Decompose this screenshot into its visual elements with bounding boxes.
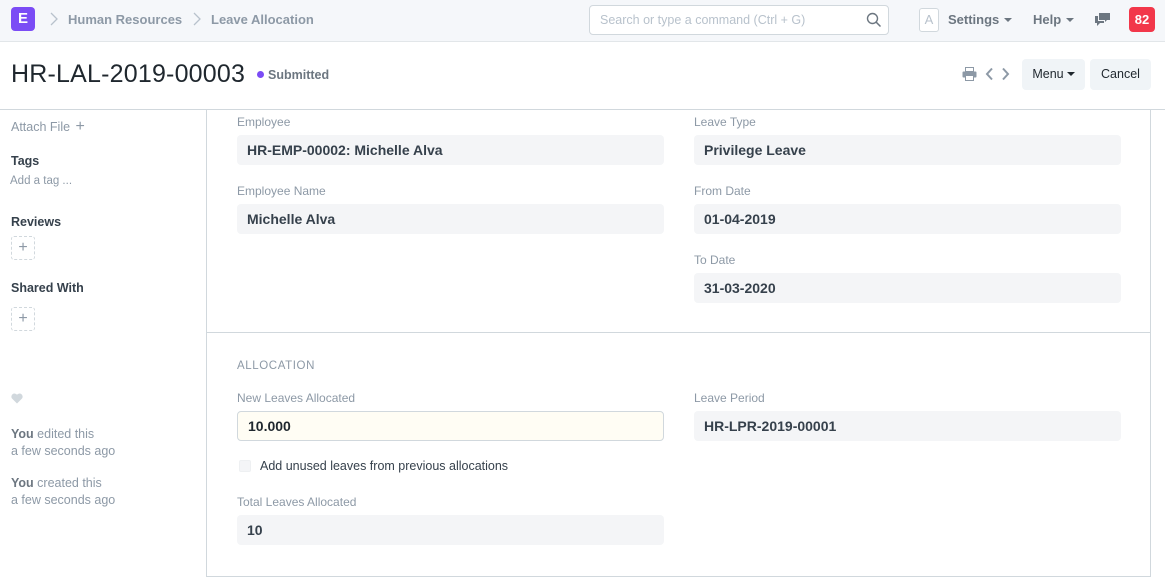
chat-icon[interactable] xyxy=(1094,12,1111,32)
form-card: Employee HR-EMP-00002: Michelle Alva Emp… xyxy=(206,110,1151,577)
search-icon[interactable] xyxy=(866,12,882,33)
page-head: HR-LAL-2019-00003 Submitted Menu Cancel xyxy=(0,42,1165,110)
previous-doc-icon[interactable] xyxy=(985,67,994,86)
notification-badge[interactable]: 82 xyxy=(1129,7,1155,32)
leave-type-field[interactable]: Privilege Leave xyxy=(694,135,1121,165)
search-bar xyxy=(589,5,889,35)
status-indicator-dot xyxy=(257,71,264,78)
carry-forward-label[interactable]: Add unused leaves from previous allocati… xyxy=(260,459,508,473)
to-date-label: To Date xyxy=(694,253,736,267)
settings-label: Settings xyxy=(948,12,1000,27)
from-date-field[interactable]: 01-04-2019 xyxy=(694,204,1121,234)
timeline-action: created this xyxy=(37,476,102,490)
search-input[interactable] xyxy=(590,6,850,34)
add-tag-link[interactable]: Add a tag ... xyxy=(10,175,72,187)
user-avatar[interactable]: A xyxy=(919,8,939,32)
print-icon[interactable] xyxy=(962,67,977,86)
timeline-item: You created this a few seconds ago xyxy=(11,475,115,509)
timeline-time: a few seconds ago xyxy=(11,493,116,507)
shared-with-heading: Shared With xyxy=(11,281,84,295)
caret-down-icon xyxy=(1066,17,1075,22)
caret-down-icon xyxy=(1066,71,1075,76)
next-doc-icon[interactable] xyxy=(1001,67,1010,86)
navbar: E Human Resources Leave Allocation A Set… xyxy=(0,0,1165,42)
total-leaves-allocated-field[interactable]: 10 xyxy=(237,515,664,545)
settings-dropdown[interactable]: Settings xyxy=(948,12,1013,27)
to-date-field[interactable]: 31-03-2020 xyxy=(694,273,1121,303)
cancel-button[interactable]: Cancel xyxy=(1090,59,1151,90)
breadcrumb-human-resources[interactable]: Human Resources xyxy=(68,12,182,27)
leave-type-label: Leave Type xyxy=(694,115,756,129)
breadcrumb-leave-allocation[interactable]: Leave Allocation xyxy=(211,12,314,27)
attach-file-label: Attach File xyxy=(11,120,71,134)
timeline-time: a few seconds ago xyxy=(11,444,116,458)
attach-file-link[interactable]: Attach File + xyxy=(11,118,85,136)
app-logo[interactable]: E xyxy=(11,7,35,31)
menu-button[interactable]: Menu xyxy=(1022,59,1085,90)
employee-field[interactable]: HR-EMP-00002: Michelle Alva xyxy=(237,135,664,165)
heart-icon[interactable] xyxy=(11,391,23,409)
carry-forward-checkbox[interactable] xyxy=(239,460,251,472)
total-leaves-allocated-label: Total Leaves Allocated xyxy=(237,495,357,509)
tags-heading: Tags xyxy=(11,154,40,168)
page-title: HR-LAL-2019-00003 xyxy=(11,60,246,88)
chevron-right-icon xyxy=(50,11,60,29)
employee-label: Employee xyxy=(237,115,291,129)
plus-icon: + xyxy=(18,239,28,256)
timeline-item: You edited this a few seconds ago xyxy=(11,426,115,460)
plus-icon: + xyxy=(18,310,28,327)
section-divider xyxy=(207,332,1150,333)
leave-period-label: Leave Period xyxy=(694,391,765,405)
new-leaves-allocated-label: New Leaves Allocated xyxy=(237,391,356,405)
add-share-button[interactable]: + xyxy=(11,307,35,331)
timeline-actor: You xyxy=(11,476,34,490)
form-sidebar: Attach File + Tags Add a tag ... Reviews… xyxy=(0,110,206,587)
timeline-actor: You xyxy=(11,427,34,441)
chevron-right-icon xyxy=(193,11,203,29)
status-badge: Submitted xyxy=(268,68,330,82)
help-dropdown[interactable]: Help xyxy=(1033,12,1075,27)
add-review-button[interactable]: + xyxy=(11,236,35,260)
new-leaves-allocated-input[interactable] xyxy=(237,411,664,441)
reviews-heading: Reviews xyxy=(11,215,62,229)
plus-icon: + xyxy=(75,118,85,135)
timeline-action: edited this xyxy=(37,427,95,441)
leave-period-field[interactable]: HR-LPR-2019-00001 xyxy=(694,411,1121,441)
help-label: Help xyxy=(1033,12,1062,27)
from-date-label: From Date xyxy=(694,184,751,198)
employee-name-label: Employee Name xyxy=(237,184,326,198)
caret-down-icon xyxy=(1004,17,1013,22)
employee-name-field[interactable]: Michelle Alva xyxy=(237,204,664,234)
allocation-section-title: ALLOCATION xyxy=(237,360,315,372)
menu-label: Menu xyxy=(1032,67,1064,81)
